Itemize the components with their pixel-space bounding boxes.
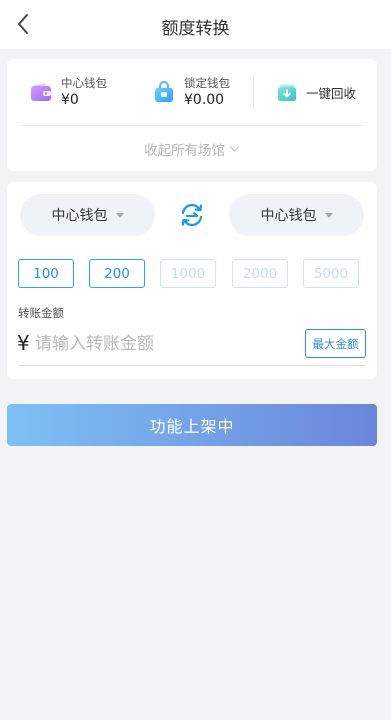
max-amount-button[interactable]: 最大金额 (305, 329, 366, 358)
currency-symbol: ¥ (17, 331, 30, 355)
wallet-summary-card: 中心钱包 ¥0 锁定钱包 ¥0.00 一键回收 收起所有场馆 (7, 59, 377, 171)
locked-wallet-name: 锁定钱包 (184, 76, 230, 90)
purple-wallet-icon (31, 83, 51, 101)
divider (21, 125, 363, 126)
page-title: 额度转换 (161, 19, 230, 39)
quick-amount-2000[interactable]: 2000 (232, 259, 288, 288)
header-bar: 额度转换 (0, 0, 391, 49)
amount-label: 转账金额 (18, 306, 64, 320)
quick-amount-1000[interactable]: 1000 (160, 259, 216, 288)
center-wallet: 中心钱包 ¥0 (29, 75, 107, 109)
to-wallet-select[interactable]: 中心钱包 (229, 194, 364, 236)
quick-amount-100[interactable]: 100 (18, 259, 74, 288)
submit-button[interactable]: 功能上架中 (7, 404, 377, 446)
amount-input[interactable] (35, 330, 300, 358)
blue-lock-bag-icon (155, 81, 173, 102)
green-download-icon (277, 84, 297, 102)
collapse-venues-toggle[interactable]: 收起所有场馆 (7, 139, 377, 159)
to-wallet-label: 中心钱包 (260, 208, 317, 224)
divider (253, 75, 254, 109)
quick-amount-200[interactable]: 200 (89, 259, 145, 288)
center-wallet-name: 中心钱包 (61, 76, 107, 90)
caret-down-icon (115, 212, 124, 218)
center-wallet-amount: ¥0 (61, 92, 79, 108)
locked-wallet-amount: ¥0.00 (184, 92, 225, 108)
caret-down-icon (324, 212, 333, 218)
from-wallet-select[interactable]: 中心钱包 (20, 194, 155, 236)
input-underline (18, 365, 366, 366)
quick-amount-5000[interactable]: 5000 (303, 259, 359, 288)
locked-wallet: 锁定钱包 ¥0.00 (152, 75, 230, 109)
from-wallet-label: 中心钱包 (51, 208, 108, 224)
chevron-down-icon (229, 146, 240, 152)
collapse-label: 收起所有场馆 (144, 143, 225, 159)
one-click-recycle-button[interactable]: 一键回收 (276, 81, 356, 103)
transfer-card: 中心钱包 中心钱包 100 200 1000 2000 5000 转账金额 ¥ … (7, 182, 377, 379)
recycle-label: 一键回收 (306, 85, 357, 101)
swap-icon[interactable] (179, 202, 205, 228)
